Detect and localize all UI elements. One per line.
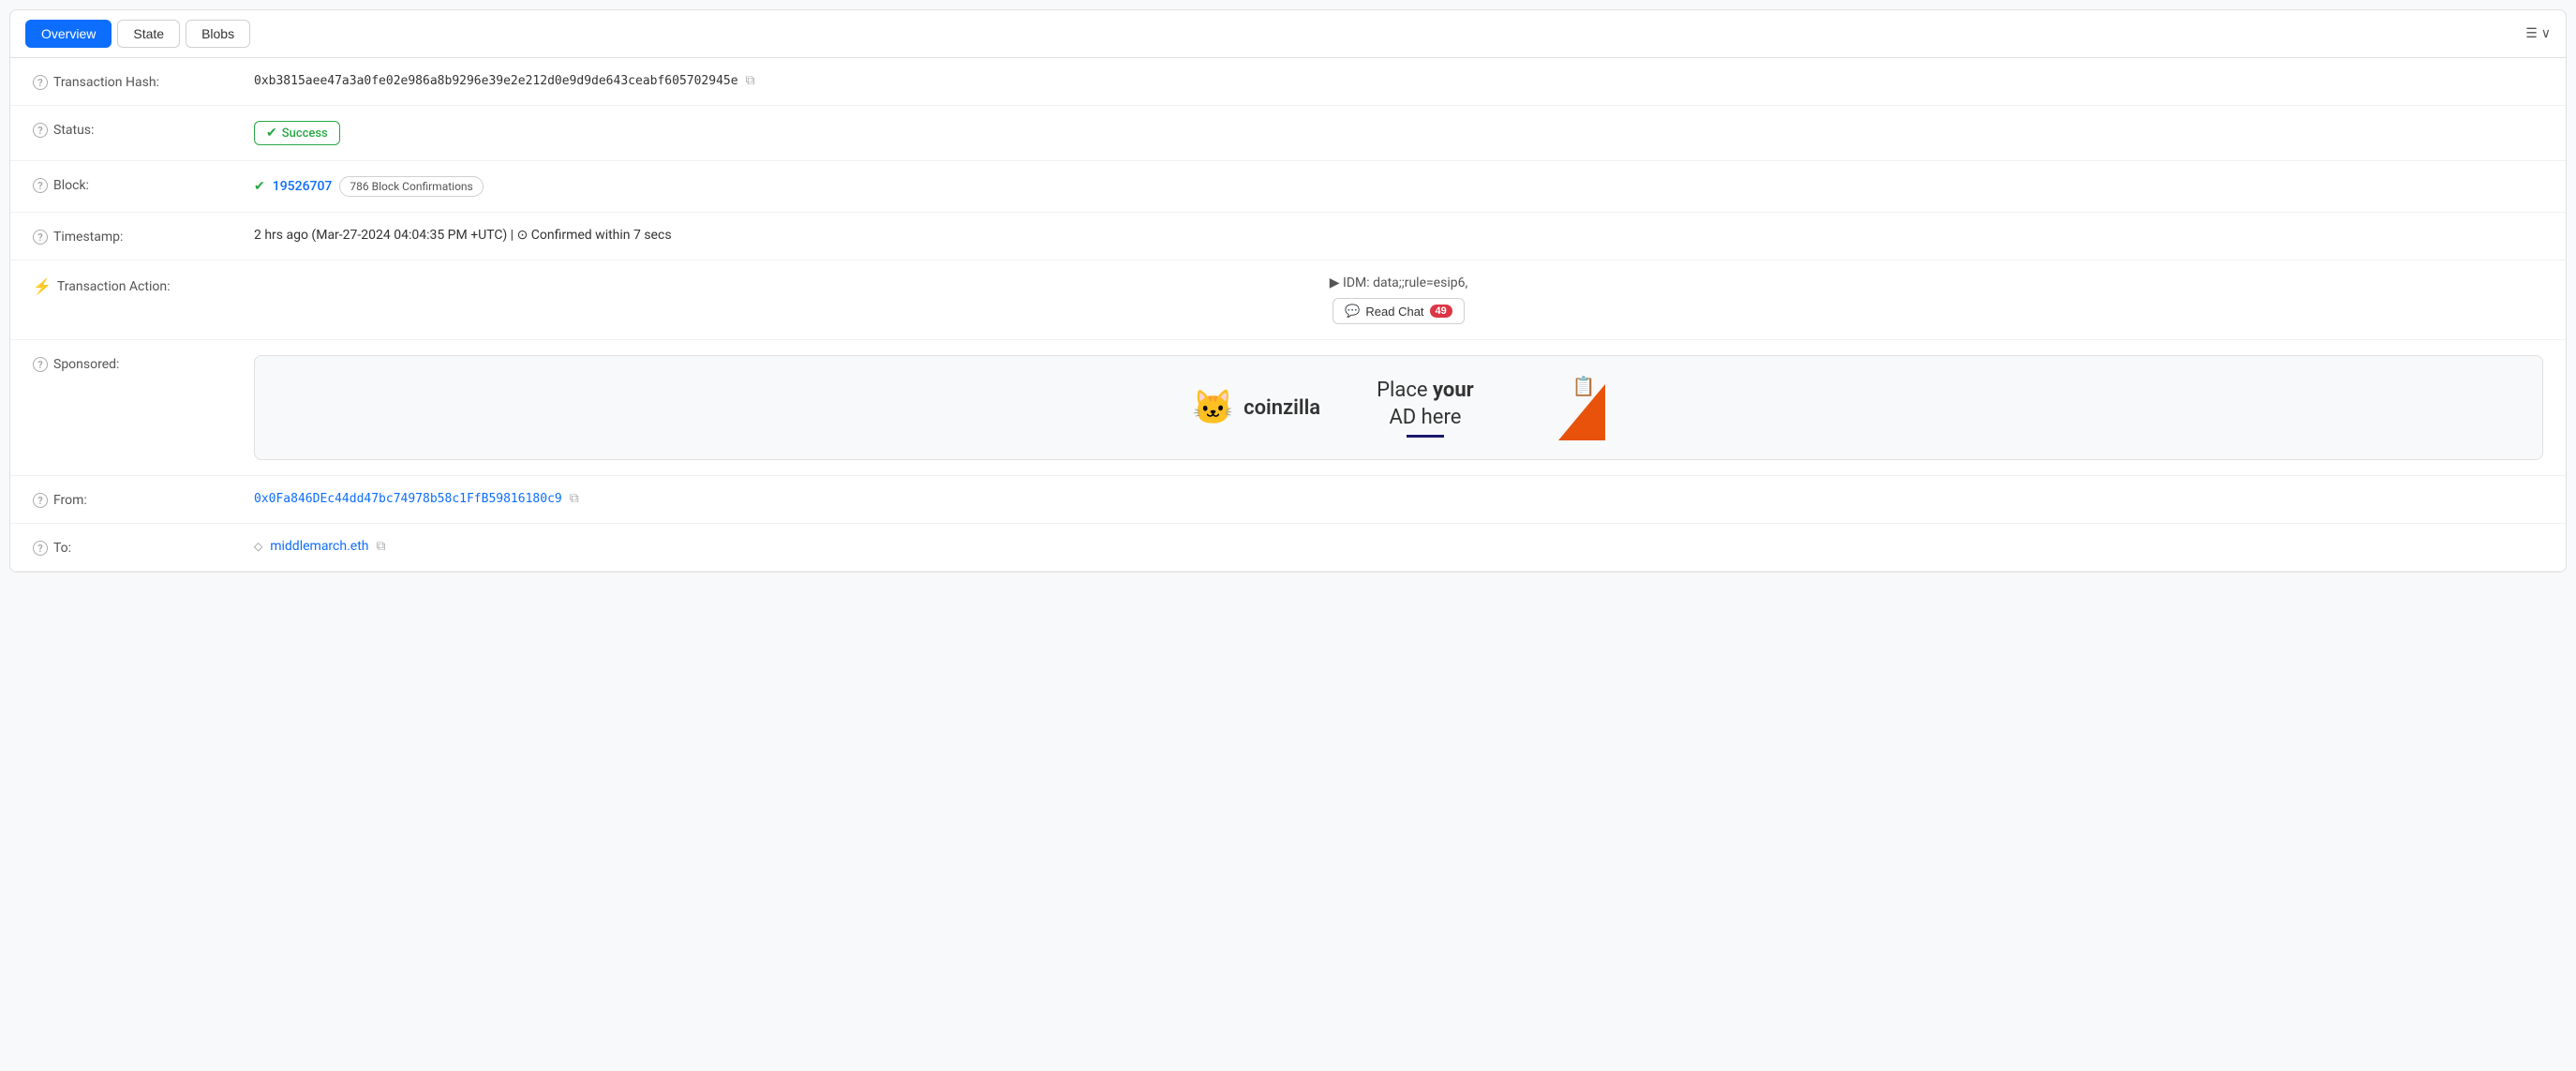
block-check-icon: ✔ [254,179,265,194]
from-row: ? From: 0x0Fa846DEc44dd47bc74978b58c1FfB… [10,476,2566,524]
read-chat-button[interactable]: 💬 Read Chat 49 [1333,298,1465,324]
list-filter-icon: ☰ [2525,26,2538,41]
monster-icon: 🐱 [1192,388,1234,427]
transaction-action-label-text: Transaction Action: [57,279,171,294]
timestamp-value: 2 hrs ago (Mar-27-2024 04:04:35 PM +UTC)… [254,228,2543,243]
from-label: ? From: [33,491,239,508]
help-icon-hash: ? [33,75,48,90]
to-row: ? To: ◇ middlemarch.eth ⧉ [10,524,2566,572]
transaction-hash-label-text: Transaction Hash: [53,75,159,90]
block-number-link[interactable]: 19526707 [273,179,333,194]
to-label-text: To: [53,541,71,556]
chevron-down-icon: ∨ [2541,26,2551,41]
block-confirmations-badge: 786 Block Confirmations [339,176,483,197]
block-label-text: Block: [53,178,89,193]
ad-here-text: AD here [1389,406,1461,429]
help-icon-block: ? [33,178,48,193]
help-icon-to: ? [33,541,48,556]
block-value: ✔ 19526707 786 Block Confirmations [254,176,2543,197]
ad-text-block: Place your AD here [1377,378,1474,438]
sponsored-banner[interactable]: 🐱 coinzilla Place your AD here 📋 [254,355,2543,460]
chat-count-badge: 49 [1430,305,1452,318]
timestamp-text: 2 hrs ago (Mar-27-2024 04:04:35 PM +UTC)… [254,228,672,243]
tab-state[interactable]: State [117,20,180,48]
from-label-text: From: [53,493,87,508]
action-text: ▶ IDM: data;;rule=esip6, [1330,275,1467,290]
block-label: ? Block: [33,176,239,193]
transaction-hash-row: ? Transaction Hash: 0xb3815aee47a3a0fe02… [10,58,2566,106]
from-address-link[interactable]: 0x0Fa846DEc44dd47bc74978b58c1FfB59816180… [254,492,562,506]
sponsored-label-text: Sponsored: [53,357,119,372]
tab-right-menu[interactable]: ☰ ∨ [2525,26,2551,41]
to-label: ? To: [33,539,239,556]
status-value: ✔ Success [254,121,2543,145]
coinzilla-text: coinzilla [1243,396,1320,420]
copy-to-button[interactable]: ⧉ [377,539,386,554]
sponsored-value: 🐱 coinzilla Place your AD here 📋 [254,355,2543,460]
content-area: ? Transaction Hash: 0xb3815aee47a3a0fe02… [10,58,2566,572]
status-badge: ✔ Success [254,121,340,145]
help-icon-sponsored: ? [33,357,48,372]
transaction-action-label: ⚡ Transaction Action: [33,275,239,295]
copy-from-button[interactable]: ⧉ [570,491,579,506]
help-icon-from: ? [33,493,48,508]
timestamp-label-text: Timestamp: [53,230,123,245]
transaction-hash-label: ? Transaction Hash: [33,73,239,90]
check-icon: ✔ [266,126,277,141]
orange-triangle [1558,384,1605,440]
status-label-text: Status: [53,123,94,138]
help-icon-timestamp: ? [33,230,48,245]
tab-overview[interactable]: Overview [25,20,112,48]
copy-hash-button[interactable]: ⧉ [746,73,755,88]
hash-text: 0xb3815aee47a3a0fe02e986a8b9296e39e2e212… [254,74,738,88]
transaction-action-value: ▶ IDM: data;;rule=esip6, 💬 Read Chat 49 [254,275,2543,324]
tab-bar: Overview State Blobs ☰ ∨ [10,10,2566,58]
lightning-icon: ⚡ [33,277,52,295]
ad-place-text: Place your [1377,379,1474,402]
block-row: ? Block: ✔ 19526707 786 Block Confirmati… [10,161,2566,213]
transaction-action-row: ⚡ Transaction Action: ▶ IDM: data;;rule=… [10,260,2566,340]
to-value: ◇ middlemarch.eth ⧉ [254,539,2543,554]
status-label: ? Status: [33,121,239,138]
contract-icon: ◇ [254,540,262,553]
coinzilla-logo: 🐱 coinzilla [1192,388,1320,427]
read-chat-label: Read Chat [1365,305,1423,319]
to-address-link[interactable]: middlemarch.eth [270,539,368,554]
status-text: Success [282,126,328,141]
sponsored-label: ? Sponsored: [33,355,239,372]
main-container: Overview State Blobs ☰ ∨ ? Transaction H… [9,9,2567,573]
ad-underline [1407,435,1444,438]
timestamp-row: ? Timestamp: 2 hrs ago (Mar-27-2024 04:0… [10,213,2566,260]
sponsored-row: ? Sponsored: 🐱 coinzilla Place your AD h… [10,340,2566,476]
transaction-hash-value: 0xb3815aee47a3a0fe02e986a8b9296e39e2e212… [254,73,2543,88]
ad-decoration: 📋 [1530,375,1605,440]
help-icon-status: ? [33,123,48,138]
from-value: 0x0Fa846DEc44dd47bc74978b58c1FfB59816180… [254,491,2543,506]
status-row: ? Status: ✔ Success [10,106,2566,161]
timestamp-label: ? Timestamp: [33,228,239,245]
tab-group: Overview State Blobs [25,20,250,48]
tab-blobs[interactable]: Blobs [186,20,250,48]
ad-tagline: Place your AD here [1377,378,1474,431]
chat-icon: 💬 [1345,304,1360,319]
